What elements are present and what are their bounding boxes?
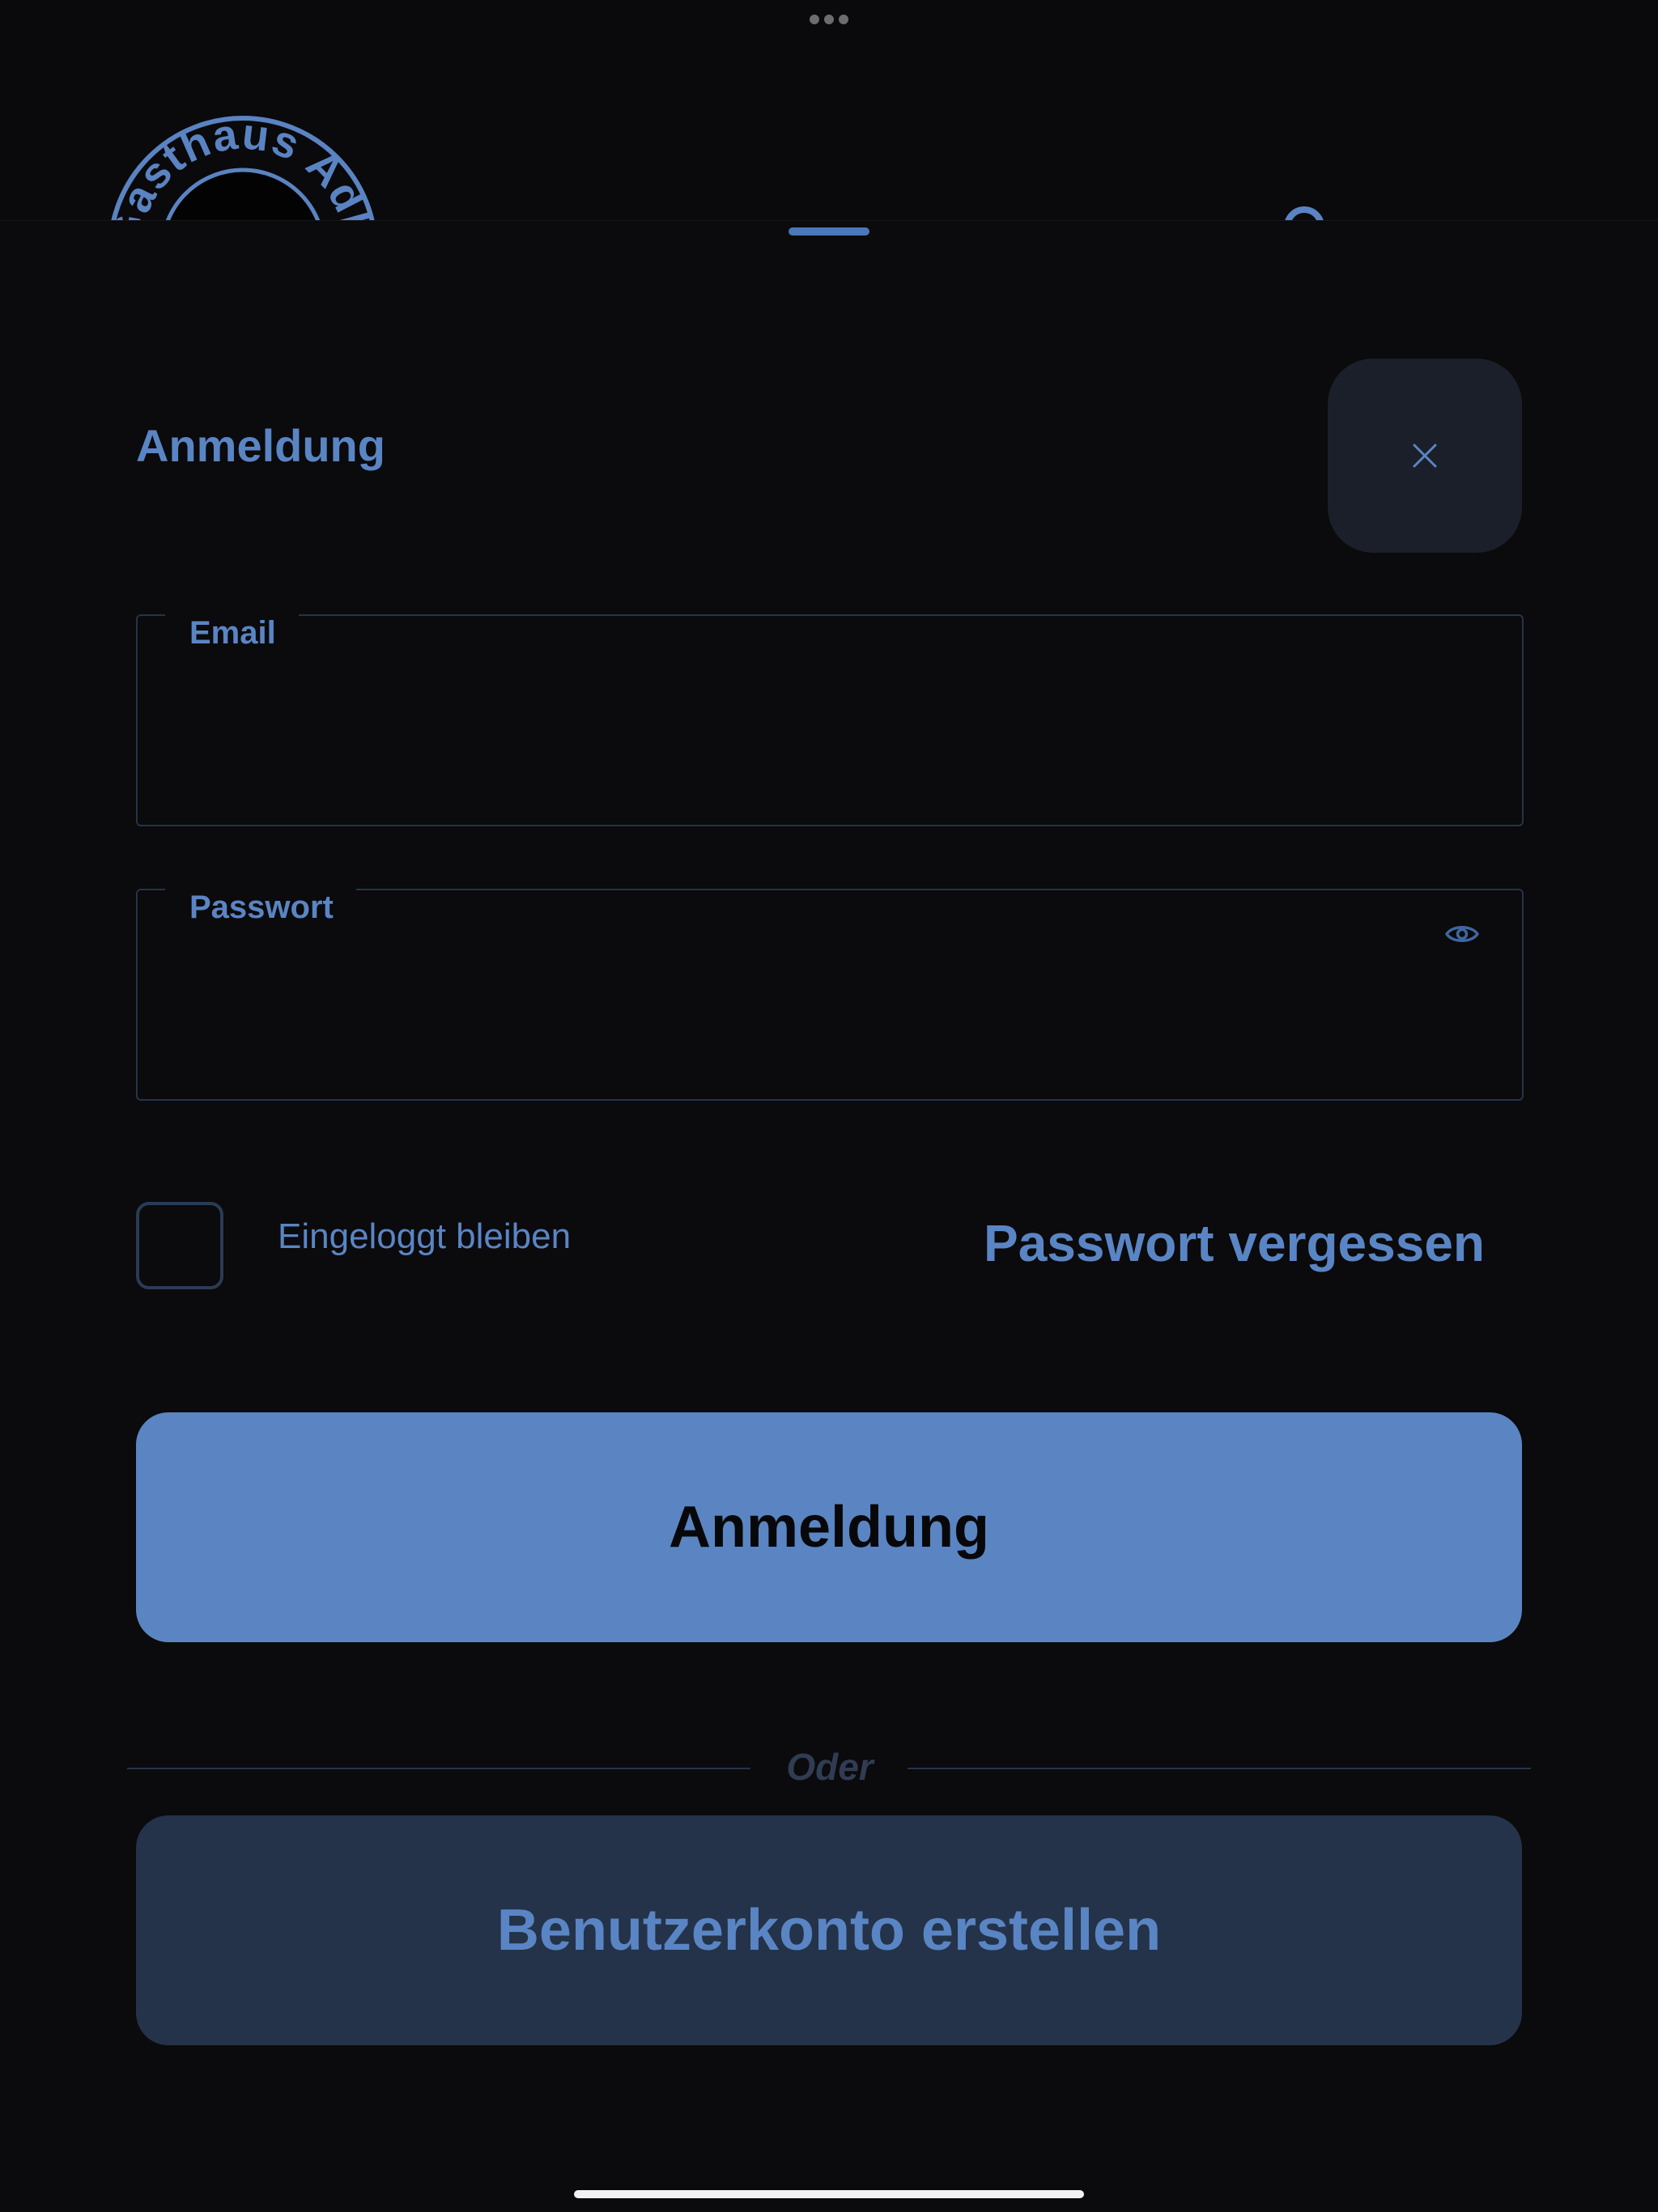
or-divider: Oder (127, 1734, 1531, 1799)
divider-label: Oder (786, 1746, 874, 1788)
close-icon (1413, 444, 1437, 468)
password-label: Passwort (165, 887, 356, 928)
eye-icon (1445, 926, 1479, 942)
sheet-grabber[interactable] (789, 227, 869, 236)
background-header: Gasthaus Adler (0, 0, 1658, 220)
email-label: Email (165, 613, 299, 653)
password-field: Passwort (136, 887, 1524, 1101)
show-password-button[interactable] (1443, 915, 1482, 953)
divider-line-right (908, 1768, 1531, 1769)
create-account-button[interactable]: Benutzerkonto erstellen (136, 1815, 1522, 2045)
user-icon (1284, 206, 1324, 220)
forgot-password-link[interactable]: Passwort vergessen (984, 1212, 1485, 1274)
email-input[interactable] (186, 705, 1473, 771)
home-indicator[interactable] (574, 2190, 1084, 2198)
restaurant-logo: Gasthaus Adler (104, 113, 382, 220)
remember-me-checkbox[interactable] (136, 1202, 223, 1289)
login-button[interactable]: Anmeldung (136, 1412, 1522, 1642)
divider-line-left (127, 1768, 750, 1769)
login-sheet: Anmeldung Email Passwort Eingeloggt blei… (0, 220, 1658, 2212)
password-input[interactable] (186, 979, 1473, 1046)
multitasking-dots[interactable] (810, 13, 848, 26)
remember-me-label[interactable]: Eingeloggt bleiben (278, 1214, 571, 1259)
sheet-title: Anmeldung (136, 420, 385, 471)
email-field: Email (136, 613, 1524, 826)
close-button[interactable] (1328, 359, 1522, 553)
